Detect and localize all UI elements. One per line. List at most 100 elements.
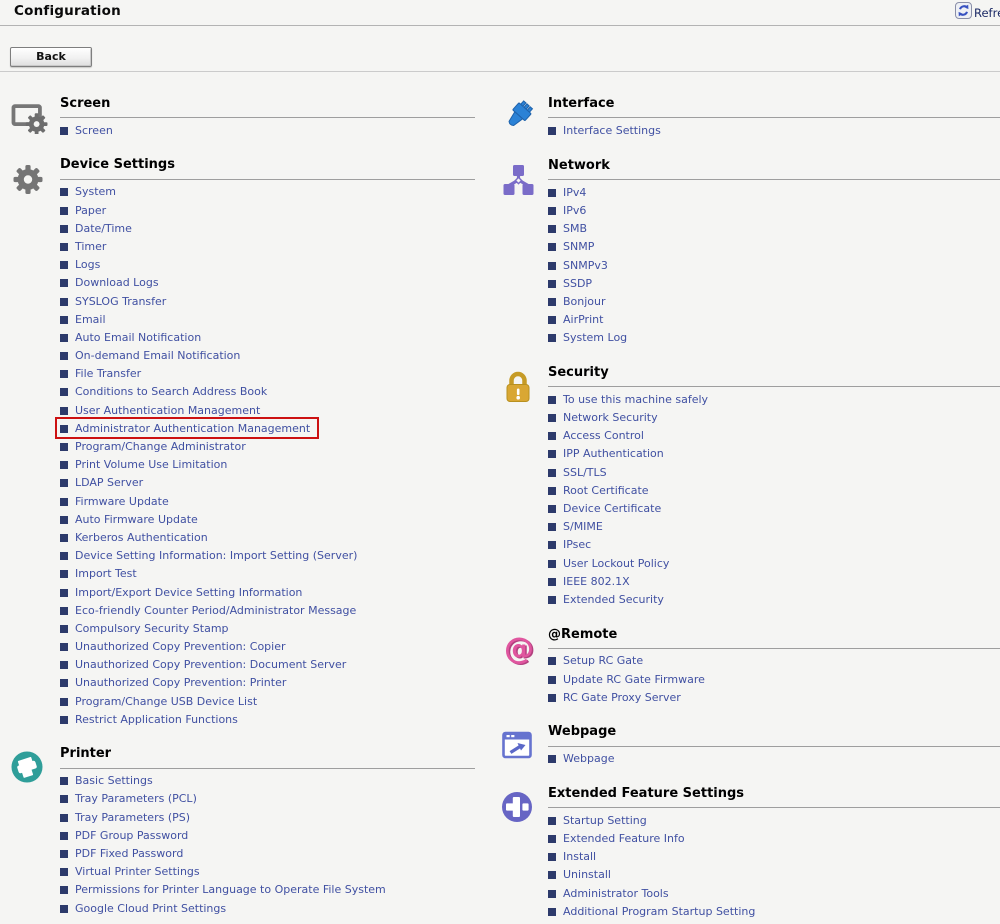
link-ssl-tls[interactable]: SSL/TLS bbox=[563, 466, 607, 479]
link-file-transfer[interactable]: File Transfer bbox=[75, 367, 141, 380]
link-ssdp[interactable]: SSDP bbox=[563, 277, 592, 290]
link-interface-settings[interactable]: Interface Settings bbox=[563, 124, 661, 137]
list-item: Logs bbox=[57, 256, 107, 274]
link-auto-email-notification[interactable]: Auto Email Notification bbox=[75, 331, 201, 344]
list-item: User Lockout Policy bbox=[545, 554, 676, 572]
link-administrator-authentication-management[interactable]: Administrator Authentication Management bbox=[75, 422, 310, 435]
link-system-log[interactable]: System Log bbox=[563, 331, 627, 344]
link-google-cloud-print-settings[interactable]: Google Cloud Print Settings bbox=[75, 902, 226, 915]
list-item: Paper bbox=[57, 201, 113, 219]
link-ipsec[interactable]: IPsec bbox=[563, 538, 591, 551]
link-update-rc-gate-firmware[interactable]: Update RC Gate Firmware bbox=[563, 673, 705, 686]
list-item: IPsec bbox=[545, 536, 598, 554]
list-item: Uninstall bbox=[545, 866, 618, 884]
link-unauthorized-copy-prevention-copier[interactable]: Unauthorized Copy Prevention: Copier bbox=[75, 640, 286, 653]
list-item: Import/Export Device Setting Information bbox=[57, 583, 309, 601]
back-button[interactable]: Back bbox=[10, 47, 92, 67]
square-bullet-icon bbox=[548, 432, 556, 440]
link-s-mime[interactable]: S/MIME bbox=[563, 520, 603, 533]
link-unauthorized-copy-prevention-printer[interactable]: Unauthorized Copy Prevention: Printer bbox=[75, 676, 286, 689]
link-conditions-to-search-address-book[interactable]: Conditions to Search Address Book bbox=[75, 385, 267, 398]
link-compulsory-security-stamp[interactable]: Compulsory Security Stamp bbox=[75, 622, 229, 635]
link-device-certificate[interactable]: Device Certificate bbox=[563, 502, 661, 515]
section-title-screen: Screen bbox=[60, 95, 475, 118]
link-user-lockout-policy[interactable]: User Lockout Policy bbox=[563, 557, 669, 570]
link-logs[interactable]: Logs bbox=[75, 258, 100, 271]
square-bullet-icon bbox=[60, 479, 68, 487]
link-import-export-device-setting-information[interactable]: Import/Export Device Setting Information bbox=[75, 586, 302, 599]
link-on-demand-email-notification[interactable]: On-demand Email Notification bbox=[75, 349, 240, 362]
link-smb[interactable]: SMB bbox=[563, 222, 587, 235]
link-email[interactable]: Email bbox=[75, 313, 106, 326]
section-title-device-settings: Device Settings bbox=[60, 156, 475, 179]
link-extended-feature-info[interactable]: Extended Feature Info bbox=[563, 832, 685, 845]
link-timer[interactable]: Timer bbox=[75, 240, 106, 253]
link-ipp-authentication[interactable]: IPP Authentication bbox=[563, 447, 664, 460]
link-user-authentication-management[interactable]: User Authentication Management bbox=[75, 404, 260, 417]
square-bullet-icon bbox=[548, 871, 556, 879]
link-pdf-fixed-password[interactable]: PDF Fixed Password bbox=[75, 847, 183, 860]
link-snmpv3[interactable]: SNMPv3 bbox=[563, 259, 608, 272]
link-access-control[interactable]: Access Control bbox=[563, 429, 644, 442]
link-auto-firmware-update[interactable]: Auto Firmware Update bbox=[75, 513, 198, 526]
link-date-time[interactable]: Date/Time bbox=[75, 222, 132, 235]
link-ipv6[interactable]: IPv6 bbox=[563, 204, 586, 217]
link-kerberos-authentication[interactable]: Kerberos Authentication bbox=[75, 531, 208, 544]
link-root-certificate[interactable]: Root Certificate bbox=[563, 484, 649, 497]
link-eco-friendly-counter-period-administrator-message[interactable]: Eco-friendly Counter Period/Administrato… bbox=[75, 604, 356, 617]
list-item: SNMPv3 bbox=[545, 256, 615, 274]
link-firmware-update[interactable]: Firmware Update bbox=[75, 495, 169, 508]
list-item: System bbox=[57, 183, 123, 201]
link-tray-parameters-pcl[interactable]: Tray Parameters (PCL) bbox=[75, 792, 197, 805]
link-device-setting-information-import-setting-server[interactable]: Device Setting Information: Import Setti… bbox=[75, 549, 357, 562]
link-restrict-application-functions[interactable]: Restrict Application Functions bbox=[75, 713, 238, 726]
list-item: Compulsory Security Stamp bbox=[57, 619, 236, 637]
link-system[interactable]: System bbox=[75, 185, 116, 198]
link-setup-rc-gate[interactable]: Setup RC Gate bbox=[563, 654, 643, 667]
link-bonjour[interactable]: Bonjour bbox=[563, 295, 606, 308]
square-bullet-icon bbox=[548, 817, 556, 825]
square-bullet-icon bbox=[60, 352, 68, 360]
link-print-volume-use-limitation[interactable]: Print Volume Use Limitation bbox=[75, 458, 227, 471]
link-snmp[interactable]: SNMP bbox=[563, 240, 594, 253]
link-import-test[interactable]: Import Test bbox=[75, 567, 137, 580]
list-item: Install bbox=[545, 848, 603, 866]
section-webpage: WebpageWebpage bbox=[500, 723, 1000, 767]
link-to-use-this-machine-safely[interactable]: To use this machine safely bbox=[563, 393, 708, 406]
link-permissions-for-printer-language-to-operate-file-system[interactable]: Permissions for Printer Language to Oper… bbox=[75, 883, 386, 896]
square-bullet-icon bbox=[548, 450, 556, 458]
link-basic-settings[interactable]: Basic Settings bbox=[75, 774, 153, 787]
link-administrator-tools[interactable]: Administrator Tools bbox=[563, 887, 669, 900]
link-webpage[interactable]: Webpage bbox=[563, 752, 614, 765]
list-item: Update RC Gate Firmware bbox=[545, 670, 712, 688]
link-virtual-printer-settings[interactable]: Virtual Printer Settings bbox=[75, 865, 200, 878]
link-network-security[interactable]: Network Security bbox=[563, 411, 658, 424]
link-syslog-transfer[interactable]: SYSLOG Transfer bbox=[75, 295, 166, 308]
link-startup-setting[interactable]: Startup Setting bbox=[563, 814, 647, 827]
link-install[interactable]: Install bbox=[563, 850, 596, 863]
link-ldap-server[interactable]: LDAP Server bbox=[75, 476, 143, 489]
link-pdf-group-password[interactable]: PDF Group Password bbox=[75, 829, 188, 842]
link-unauthorized-copy-prevention-document-server[interactable]: Unauthorized Copy Prevention: Document S… bbox=[75, 658, 346, 671]
link-rc-gate-proxy-server[interactable]: RC Gate Proxy Server bbox=[563, 691, 681, 704]
link-ipv4[interactable]: IPv4 bbox=[563, 186, 586, 199]
link-download-logs[interactable]: Download Logs bbox=[75, 276, 159, 289]
refresh-button[interactable]: Refresh bbox=[955, 2, 1000, 23]
refresh-icon bbox=[955, 2, 972, 23]
link-program-change-usb-device-list[interactable]: Program/Change USB Device List bbox=[75, 695, 257, 708]
link-screen[interactable]: Screen bbox=[75, 124, 113, 137]
square-bullet-icon bbox=[548, 127, 556, 135]
link-ieee-802-1x[interactable]: IEEE 802.1X bbox=[563, 575, 630, 588]
link-extended-security[interactable]: Extended Security bbox=[563, 593, 664, 606]
square-bullet-icon bbox=[60, 679, 68, 687]
link-paper[interactable]: Paper bbox=[75, 204, 106, 217]
square-bullet-icon bbox=[548, 560, 556, 568]
list-item: SSL/TLS bbox=[545, 463, 614, 481]
link-tray-parameters-ps[interactable]: Tray Parameters (PS) bbox=[75, 811, 190, 824]
link-additional-program-startup-setting[interactable]: Additional Program Startup Setting bbox=[563, 905, 755, 918]
list-item: Device Certificate bbox=[545, 499, 668, 517]
link-airprint[interactable]: AirPrint bbox=[563, 313, 603, 326]
list-item: IEEE 802.1X bbox=[545, 572, 637, 590]
link-uninstall[interactable]: Uninstall bbox=[563, 868, 611, 881]
link-program-change-administrator[interactable]: Program/Change Administrator bbox=[75, 440, 246, 453]
